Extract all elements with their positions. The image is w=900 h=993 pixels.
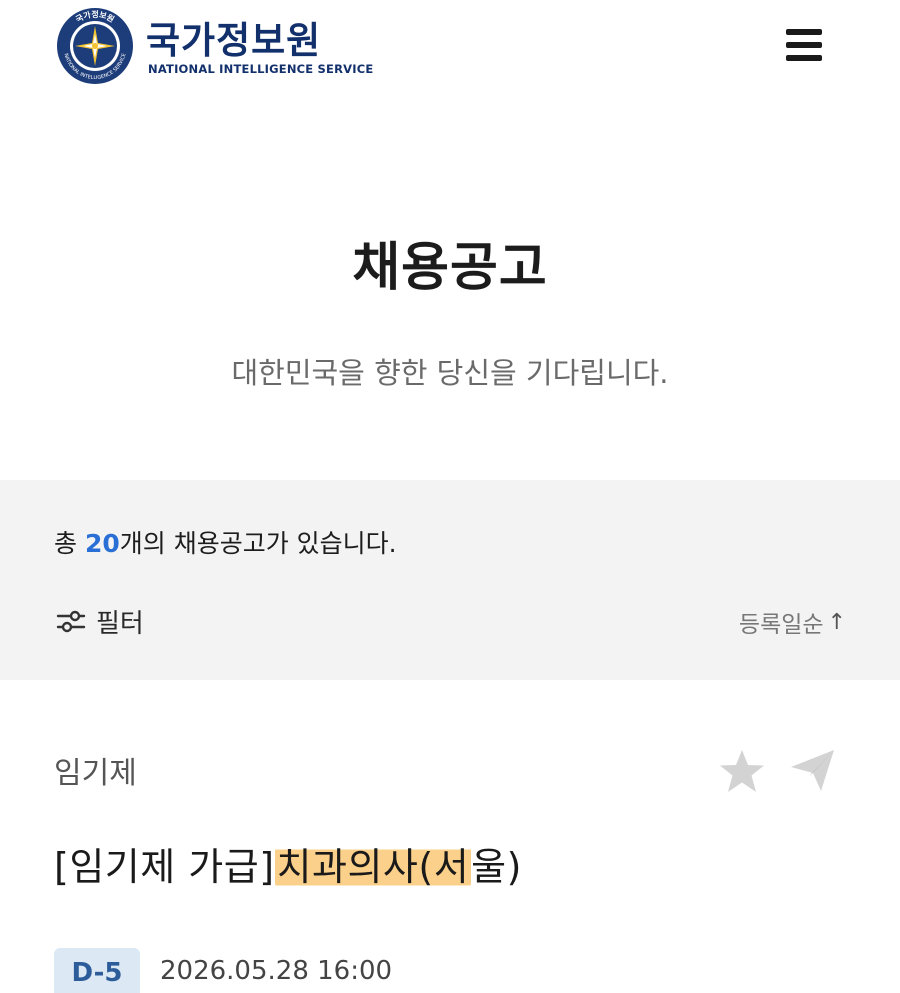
job-type-label: 임기제 xyxy=(54,756,137,791)
send-icon[interactable] xyxy=(788,744,838,794)
job-title-prefix: [임기제 가급] xyxy=(54,845,275,889)
filter-label: 필터 xyxy=(96,608,144,639)
filter-button[interactable]: 필터 xyxy=(56,603,144,639)
brand-name-english: NATIONAL INTELLIGENCE SERVICE xyxy=(148,62,374,76)
page-subtitle: 대한민국을 향한 당신을 기다립니다. xyxy=(231,356,669,390)
listing-summary-bar: 총 20개의 채용공고가 있습니다. 필터 등록일순 ↑ xyxy=(0,480,900,680)
job-title-highlight: 치과의사(서 xyxy=(274,845,472,889)
deadline-datetime: 2026.05.28 16:00 xyxy=(160,956,393,986)
posting-count-text: 총 20개의 채용공고가 있습니다. xyxy=(54,524,397,560)
d-day-badge: D-5 xyxy=(54,948,140,993)
job-title[interactable]: [임기제 가급]치과의사(서울) xyxy=(54,836,522,891)
sort-button[interactable]: 등록일순 ↑ xyxy=(739,605,846,639)
count-suffix: 개의 채용공고가 있습니다. xyxy=(119,529,397,558)
sort-label: 등록일순 xyxy=(738,612,824,638)
sliders-icon xyxy=(56,610,86,633)
star-icon[interactable] xyxy=(718,748,766,794)
page-title: 채용공고 xyxy=(352,238,548,298)
posting-count: 20 xyxy=(84,529,120,558)
brand-name-korean[interactable]: 국가정보원 xyxy=(146,10,321,64)
site-header: 국가정보원 NATIONAL INTELLIGENCE SERVICE 국가정보… xyxy=(0,0,900,110)
arrow-up-icon: ↑ xyxy=(827,609,846,635)
hamburger-menu-icon[interactable] xyxy=(784,25,824,65)
nis-emblem-logo[interactable]: 국가정보원 NATIONAL INTELLIGENCE SERVICE xyxy=(56,7,134,85)
count-prefix: 총 xyxy=(54,529,85,558)
job-title-suffix: 울) xyxy=(471,845,522,889)
